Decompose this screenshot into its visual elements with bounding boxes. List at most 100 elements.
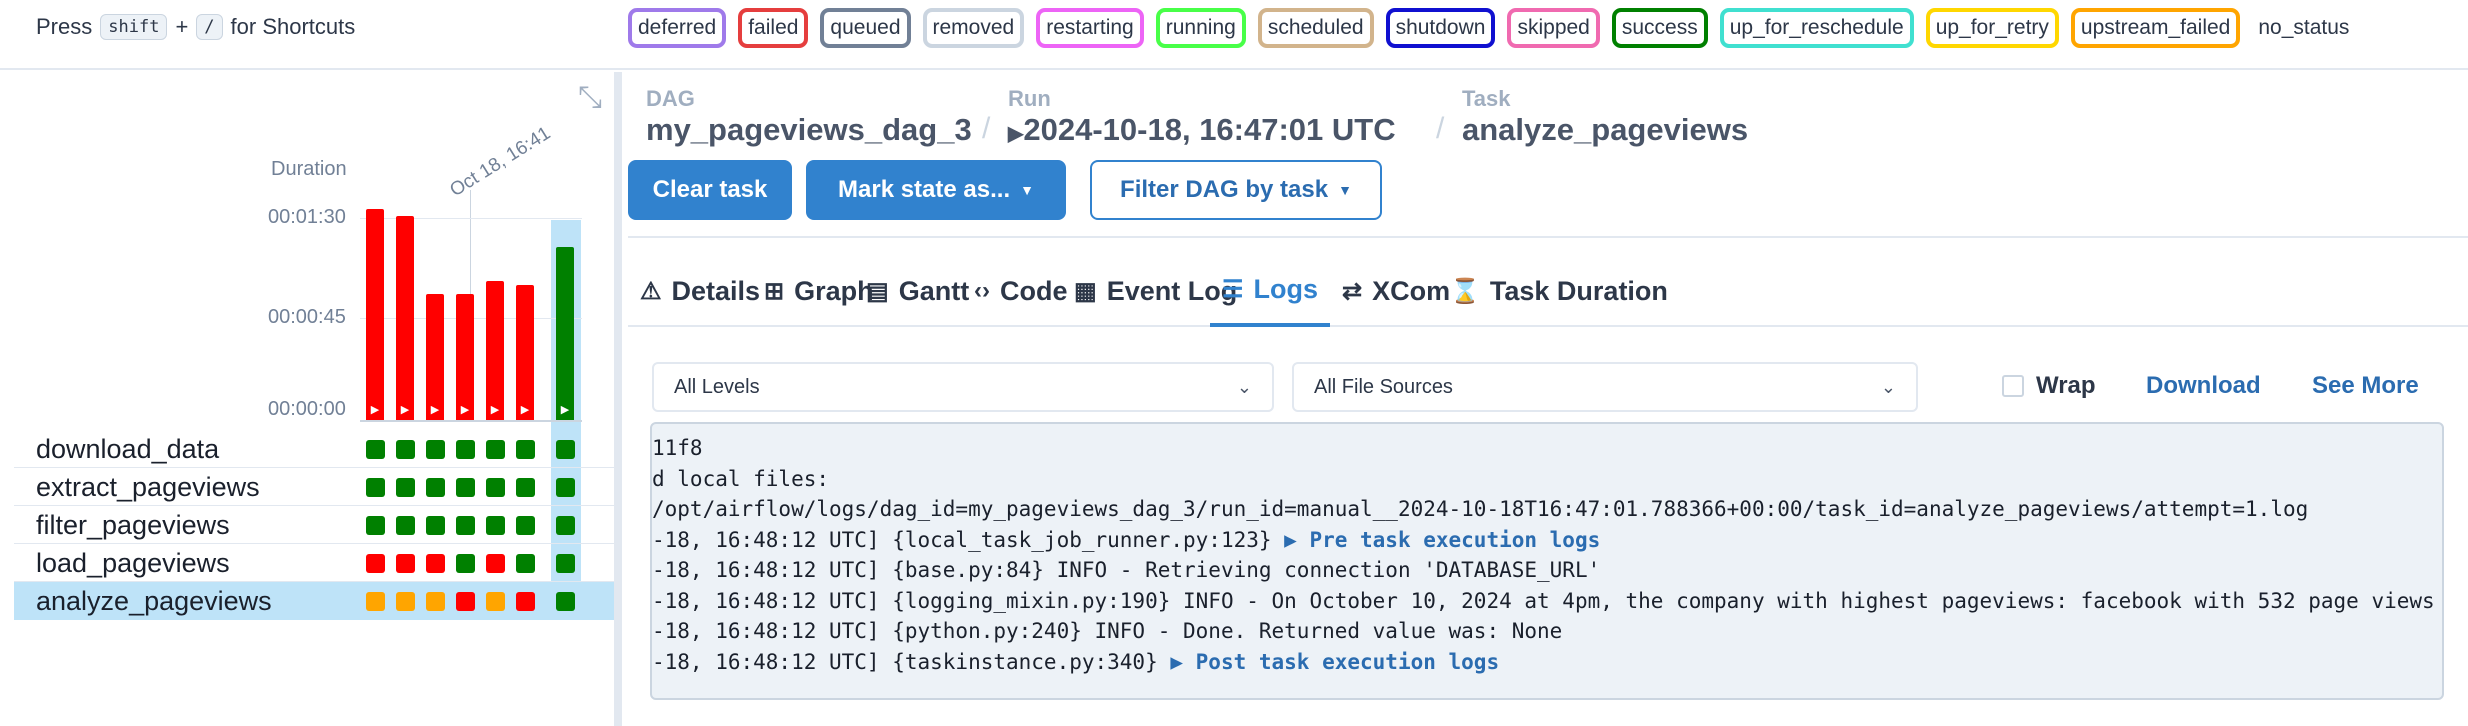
task-instance-square[interactable] (426, 592, 445, 611)
calendar-icon: ▦ (1074, 277, 1097, 305)
duration-bar[interactable]: ▶ (366, 209, 384, 420)
task-instance-square[interactable] (456, 592, 475, 611)
state-legend-running[interactable]: running (1155, 8, 1246, 48)
tab-logs[interactable]: ☰ Logs (1210, 255, 1331, 327)
log-line: -18, 16:48:12 UTC] {base.py:84} INFO - R… (652, 558, 1600, 582)
task-name[interactable]: analyze_pageviews (36, 586, 272, 617)
task-instance-square[interactable] (396, 440, 415, 459)
task-instance-square[interactable] (456, 554, 475, 573)
task-instance-square[interactable] (366, 440, 385, 459)
log-line-text: -18, 16:48:12 UTC] {python.py:240} INFO … (652, 619, 1563, 643)
task-row-filter-pageviews[interactable]: filter_pageviews (14, 506, 614, 544)
breadcrumb-separator: / (982, 112, 991, 145)
play-icon: ▶ (400, 403, 410, 416)
task-instance-square[interactable] (396, 516, 415, 535)
task-row-extract-pageviews[interactable]: extract_pageviews (14, 468, 614, 506)
log-line-text: -18, 16:48:12 UTC] {base.py:84} INFO - R… (652, 558, 1601, 582)
state-legend-scheduled[interactable]: scheduled (1257, 8, 1374, 48)
task-instance-square[interactable] (556, 516, 575, 535)
filter-dag-button[interactable]: Filter DAG by task ▼ (1090, 160, 1382, 220)
task-instance-square[interactable] (486, 592, 505, 611)
task-instance-square[interactable] (396, 592, 415, 611)
task-instance-square[interactable] (366, 592, 385, 611)
task-instance-square[interactable] (426, 516, 445, 535)
task-instance-square[interactable] (556, 478, 575, 497)
task-instance-square[interactable] (486, 440, 505, 459)
see-more-link[interactable]: See More (2312, 372, 2419, 400)
breadcrumb-dag[interactable]: DAG my_pageviews_dag_3 (646, 86, 972, 148)
task-instance-square[interactable] (456, 516, 475, 535)
state-legend-failed[interactable]: failed (738, 8, 809, 48)
log-line-text: -18, 16:48:12 UTC] {taskinstance.py:340} (652, 649, 1171, 674)
task-instance-square[interactable] (366, 478, 385, 497)
task-instance-square[interactable] (516, 516, 535, 535)
wrap-checkbox[interactable] (2002, 375, 2024, 397)
log-line: -18, 16:48:12 UTC] {taskinstance.py:340}… (652, 650, 1499, 674)
task-instance-square[interactable] (516, 478, 535, 497)
task-name[interactable]: extract_pageviews (36, 472, 260, 503)
state-legend-deferred[interactable]: deferred (628, 8, 727, 48)
task-instance-square[interactable] (556, 440, 575, 459)
state-legend-restarting[interactable]: restarting (1036, 8, 1144, 48)
task-instance-square[interactable] (426, 554, 445, 573)
state-legend-no-status[interactable]: no_status (2252, 16, 2355, 40)
task-instance-square[interactable] (516, 554, 535, 573)
task-tabs: ⚠ Details ⊞ Graph ▤ Gantt ‹› Code ▦ Event Log ☰ Log… (628, 255, 2468, 327)
state-legend-upstream-failed[interactable]: upstream_failed (2070, 8, 2241, 48)
duration-bar[interactable]: ▶ (486, 280, 504, 420)
task-name[interactable]: download_data (36, 434, 219, 465)
task-instance-square[interactable] (486, 478, 505, 497)
state-legend-up-for-reschedule[interactable]: up_for_reschedule (1719, 8, 1914, 48)
tab-task-duration[interactable]: ⌛ Task Duration (1438, 255, 1680, 327)
task-instance-square[interactable] (366, 554, 385, 573)
task-instance-square[interactable] (456, 478, 475, 497)
task-row-download-data[interactable]: download_data (14, 430, 614, 468)
play-icon: ▶ (460, 403, 470, 416)
duration-bar[interactable]: ▶ (396, 215, 414, 420)
duration-bar[interactable]: ▶ (426, 294, 444, 420)
breadcrumb-task[interactable]: Task analyze_pageviews (1462, 86, 1748, 148)
task-instance-square[interactable] (396, 478, 415, 497)
state-legend-up-for-retry[interactable]: up_for_retry (1925, 8, 2059, 48)
state-legend-success[interactable]: success (1611, 8, 1708, 48)
duration-bar[interactable]: ▶ (456, 294, 474, 420)
task-instance-square[interactable] (426, 478, 445, 497)
task-instance-square[interactable] (516, 592, 535, 611)
panel-resize-handle[interactable] (614, 72, 622, 726)
task-instance-square[interactable] (366, 516, 385, 535)
clear-task-button[interactable]: Clear task (628, 160, 792, 220)
state-legend: deferred failed queued removed restarting run… (628, 8, 2355, 48)
breadcrumb-run[interactable]: Run ▶2024-10-18, 16:47:01 UTC (1008, 86, 1396, 148)
play-icon: ▶ (560, 403, 570, 416)
duration-bar[interactable]: ▶ (556, 247, 574, 420)
log-level-select[interactable]: All Levels ⌄ (652, 362, 1274, 412)
state-legend-queued[interactable]: queued (820, 8, 911, 48)
state-legend-shutdown[interactable]: shutdown (1385, 8, 1496, 48)
task-instance-square[interactable] (426, 440, 445, 459)
mark-state-button[interactable]: Mark state as... ▼ (806, 160, 1066, 220)
file-source-select[interactable]: All File Sources ⌄ (1292, 362, 1918, 412)
task-row-analyze-pageviews[interactable]: analyze_pageviews (14, 582, 614, 620)
task-instance-square[interactable] (486, 516, 505, 535)
task-instance-square[interactable] (516, 440, 535, 459)
download-link[interactable]: Download (2146, 372, 2261, 400)
breadcrumb-task-label: Task (1462, 86, 1511, 111)
tab-details[interactable]: ⚠ Details (628, 255, 772, 327)
task-instance-square[interactable] (556, 592, 575, 611)
state-legend-removed[interactable]: removed (922, 8, 1025, 48)
task-instance-square[interactable] (396, 554, 415, 573)
task-name[interactable]: load_pageviews (36, 548, 230, 579)
log-group-toggle[interactable]: ▶ Pre task execution logs (1284, 528, 1600, 552)
list-icon: ☰ (1222, 275, 1244, 303)
task-row-load-pageviews[interactable]: load_pageviews (14, 544, 614, 582)
task-instance-square[interactable] (456, 440, 475, 459)
log-group-toggle[interactable]: ▶ Post task execution logs (1170, 650, 1499, 674)
task-instance-square[interactable] (556, 554, 575, 573)
task-name[interactable]: filter_pageviews (36, 510, 230, 541)
collapse-icon[interactable]: ⤡ (572, 80, 608, 116)
state-legend-skipped[interactable]: skipped (1507, 8, 1600, 48)
wrap-toggle[interactable]: Wrap (2002, 372, 2096, 400)
log-output[interactable]: 11f8 d local files: /opt/airflow/logs/dag_… (650, 422, 2444, 700)
duration-bar[interactable]: ▶ (516, 285, 534, 420)
task-instance-square[interactable] (486, 554, 505, 573)
